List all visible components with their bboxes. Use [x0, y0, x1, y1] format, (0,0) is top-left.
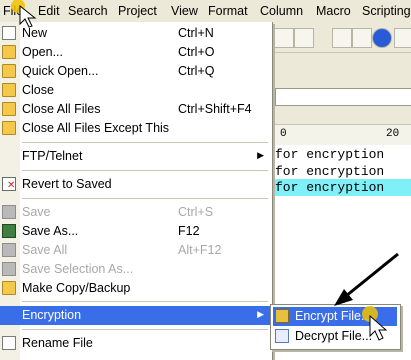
annotation-arrow: [334, 252, 399, 306]
annotation-overlay: [11, 0, 399, 341]
mouse-cursor-icon: [369, 314, 388, 341]
mouse-cursor-icon: [19, 4, 37, 28]
click-burst-icon: [11, 0, 378, 322]
